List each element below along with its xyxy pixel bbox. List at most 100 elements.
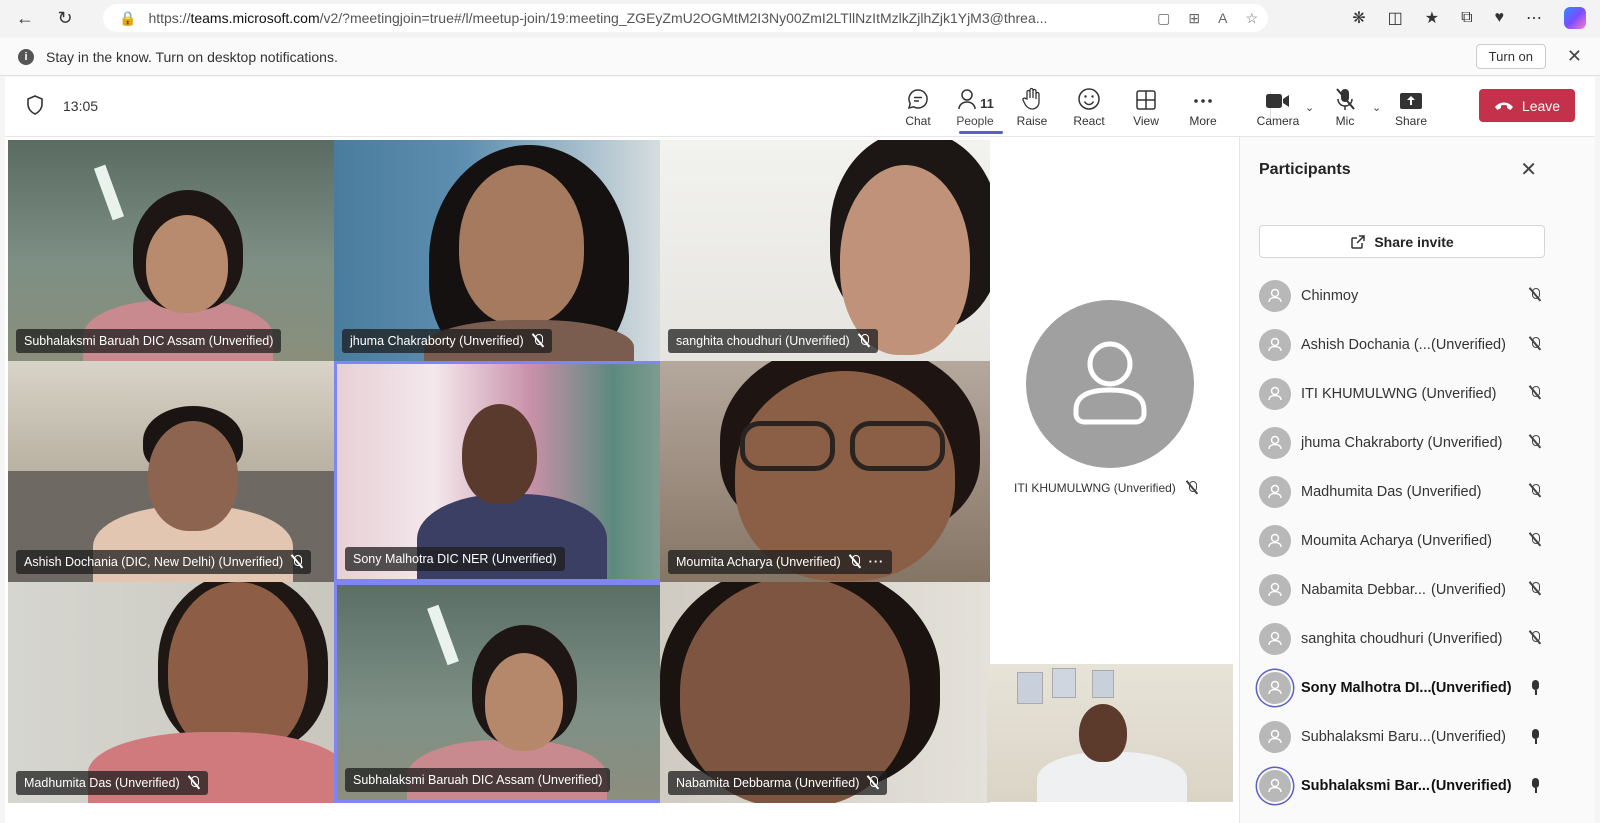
- participant-item[interactable]: jhuma Chakraborty (Unverified): [1259, 418, 1549, 467]
- avatar: [1259, 328, 1291, 361]
- person-icon: [1073, 341, 1147, 425]
- chat-button[interactable]: Chat: [890, 83, 946, 133]
- mic-muted-icon: [1529, 533, 1541, 547]
- mic-muted-icon: [1529, 484, 1541, 498]
- video-tile[interactable]: Nabamita Debbarma (Unverified): [660, 582, 990, 803]
- apps-icon[interactable]: ⊞: [1188, 10, 1200, 27]
- mic-on-icon: [1529, 680, 1541, 695]
- person-icon: [1268, 778, 1282, 792]
- camera-indicator-icon[interactable]: ▢: [1157, 10, 1170, 27]
- participant-status: (Unverified): [1431, 336, 1506, 353]
- participant-item[interactable]: Chinmoy: [1259, 271, 1549, 320]
- participant-name: Subhalaksmi Baru...: [1301, 728, 1431, 745]
- favorite-star-icon[interactable]: ☆: [1245, 10, 1258, 27]
- turn-on-button[interactable]: Turn on: [1475, 44, 1546, 69]
- participant-item[interactable]: Ashish Dochania (... (Unverified): [1259, 320, 1549, 369]
- mic-options-chevron-icon[interactable]: ⌄: [1372, 101, 1381, 114]
- participant-name-tag: Sony Malhotra DIC NER (Unverified): [345, 547, 565, 571]
- more-button[interactable]: More: [1175, 83, 1231, 133]
- participant-name: Madhumita Das (Unverified): [1301, 483, 1482, 500]
- participant-item[interactable]: sanghita choudhuri (Unverified): [1259, 614, 1549, 663]
- extensions-icon[interactable]: ❋: [1352, 8, 1365, 28]
- react-button[interactable]: React: [1061, 83, 1117, 133]
- raise-hand-button[interactable]: Raise: [1004, 83, 1060, 133]
- view-button[interactable]: View: [1118, 83, 1174, 133]
- grid-view-icon: [1135, 83, 1157, 111]
- active-tab-indicator: [959, 131, 1003, 134]
- url-text: https://teams.microsoft.com/v2/?meetingj…: [148, 10, 1048, 26]
- video-tile[interactable]: sanghita choudhuri (Unverified): [660, 140, 990, 361]
- participant-status: (Unverified): [1431, 728, 1506, 745]
- copilot-icon[interactable]: [1564, 7, 1586, 29]
- react-label: React: [1073, 114, 1105, 128]
- people-button[interactable]: 11 People: [947, 83, 1003, 133]
- view-label: View: [1133, 114, 1159, 128]
- collections-icon[interactable]: ⧉: [1461, 9, 1472, 27]
- participant-item[interactable]: Subhalaksmi Baru... (Unverified): [1259, 712, 1549, 761]
- people-icon: [958, 89, 976, 110]
- video-tile[interactable]: Madhumita Das (Unverified): [8, 582, 338, 803]
- camera-button[interactable]: Camera: [1250, 83, 1306, 133]
- avatar: [1259, 475, 1291, 508]
- video-tile[interactable]: Moumita Acharya (Unverified) ···: [660, 361, 990, 582]
- favorites-icon[interactable]: ★: [1425, 8, 1439, 28]
- share-invite-button[interactable]: Share invite: [1259, 225, 1545, 258]
- person-icon: [1268, 729, 1282, 743]
- people-label: People: [956, 114, 994, 128]
- camera-options-chevron-icon[interactable]: ⌄: [1305, 101, 1314, 114]
- participant-name: sanghita choudhuri (Unverified): [1301, 630, 1503, 647]
- more-dots-icon: [1192, 83, 1214, 111]
- split-screen-icon[interactable]: ◫: [1388, 8, 1403, 28]
- video-tile[interactable]: Ashish Dochania (DIC, New Delhi) (Unveri…: [8, 361, 338, 582]
- close-icon[interactable]: ✕: [1567, 46, 1582, 67]
- participant-status: (Unverified): [1431, 777, 1512, 794]
- more-label: More: [1189, 114, 1217, 128]
- share-button[interactable]: Share: [1383, 83, 1439, 133]
- mic-muted-icon: [291, 555, 303, 569]
- participant-name: Moumita Acharya (Unverified): [1301, 532, 1492, 549]
- video-tile[interactable]: Subhalaksmi Baruah DIC Assam (Unverified…: [8, 140, 338, 361]
- browser-essentials-icon[interactable]: ♥: [1495, 9, 1505, 27]
- participant-name: jhuma Chakraborty (Unverified): [1301, 434, 1503, 451]
- participant-name-tag: Moumita Acharya (Unverified) ···: [668, 550, 893, 574]
- participant-item[interactable]: Moumita Acharya (Unverified): [1259, 516, 1549, 565]
- avatar: [1259, 622, 1291, 655]
- video-tile[interactable]: jhuma Chakraborty (Unverified): [334, 140, 664, 361]
- chat-icon: [906, 83, 930, 111]
- participant-name: Sony Malhotra DI...: [1301, 679, 1432, 696]
- hand-icon: [1021, 83, 1043, 111]
- mic-muted-icon: [1334, 83, 1356, 111]
- chat-label: Chat: [905, 114, 931, 128]
- participant-avatar-large[interactable]: [1026, 300, 1194, 468]
- notification-bar: i Stay in the know. Turn on desktop noti…: [0, 38, 1600, 76]
- address-bar[interactable]: 🔒 https://teams.microsoft.com/v2/?meetin…: [103, 4, 1268, 32]
- settings-more-icon[interactable]: ⋯: [1526, 8, 1542, 28]
- mic-on-icon: [1529, 729, 1541, 744]
- back-icon[interactable]: ←: [10, 3, 40, 33]
- featured-participant-name: ITI KHUMULWNG (Unverified): [1014, 481, 1198, 495]
- shield-icon[interactable]: [27, 95, 43, 115]
- leave-button[interactable]: Leave: [1479, 89, 1575, 122]
- participant-item[interactable]: ITI KHUMULWNG (Unverified): [1259, 369, 1549, 418]
- lock-icon: 🔒: [119, 9, 137, 26]
- participant-item[interactable]: Subhalaksmi Bar... (Unverified): [1259, 761, 1549, 810]
- participants-list: Chinmoy Ashish Dochania (... (Unverified…: [1259, 271, 1549, 810]
- mic-button[interactable]: Mic: [1317, 83, 1373, 133]
- participant-item[interactable]: Madhumita Das (Unverified): [1259, 467, 1549, 516]
- more-options-icon[interactable]: ···: [869, 555, 885, 569]
- panel-title: Participants: [1259, 161, 1351, 178]
- participant-item[interactable]: Sony Malhotra DI... (Unverified): [1259, 663, 1549, 712]
- person-icon: [1268, 386, 1282, 400]
- read-aloud-icon[interactable]: A: [1218, 10, 1227, 26]
- video-tile-active-speaker[interactable]: Subhalaksmi Baruah DIC Assam (Unverified…: [334, 582, 664, 803]
- refresh-icon[interactable]: ↻: [50, 3, 80, 33]
- participant-name: Nabamita Debbar...: [1301, 581, 1426, 598]
- mic-muted-icon: [1529, 582, 1541, 596]
- self-view-video[interactable]: [987, 664, 1233, 802]
- participant-item[interactable]: Nabamita Debbar... (Unverified): [1259, 565, 1549, 614]
- camera-label: Camera: [1256, 114, 1300, 128]
- mic-muted-icon: [1529, 288, 1541, 302]
- video-tile-active-speaker[interactable]: Sony Malhotra DIC NER (Unverified): [334, 361, 664, 582]
- person-icon: [1268, 435, 1282, 449]
- close-panel-icon[interactable]: ✕: [1520, 157, 1537, 182]
